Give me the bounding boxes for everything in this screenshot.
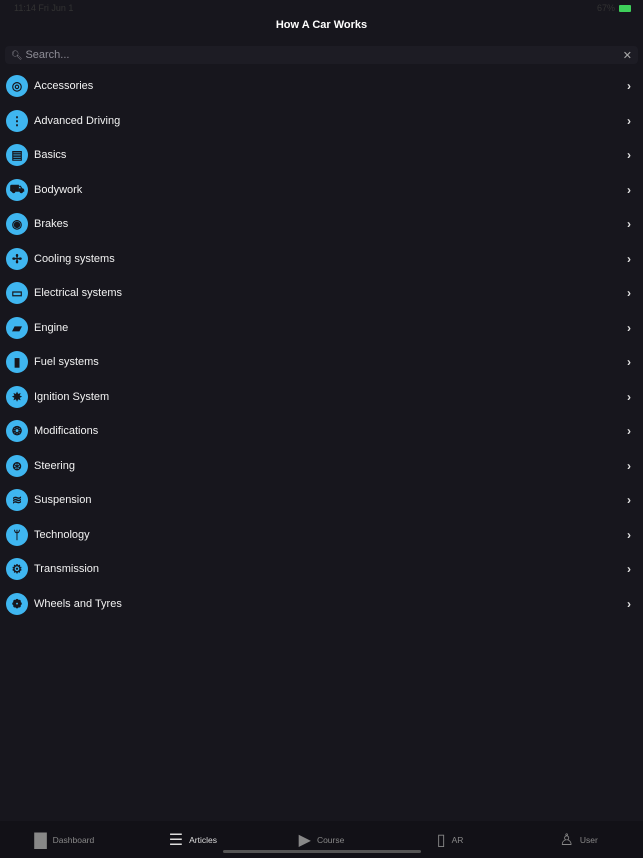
search-input[interactable]: 🔍︎ Search... ✕ — [5, 46, 638, 64]
category-row-steering[interactable]: ⊛ Steering › — [0, 449, 643, 484]
category-label: Wheels and Tyres — [34, 597, 122, 610]
chevron-right-icon: › — [627, 251, 631, 266]
chevron-right-icon: › — [627, 493, 631, 508]
articles-icon: ☰ — [168, 831, 184, 849]
category-label: Accessories — [34, 80, 94, 93]
chevron-right-icon: › — [627, 458, 631, 473]
category-row-electrical-systems[interactable]: ▭ Electrical systems › — [0, 276, 643, 311]
category-label: Brakes — [34, 218, 69, 231]
tab-label: Dashboard — [52, 834, 95, 845]
category-label: Steering — [34, 459, 75, 472]
category-row-suspension[interactable]: ≋ Suspension › — [0, 483, 643, 518]
chevron-right-icon: › — [627, 79, 631, 94]
chevron-right-icon: › — [627, 113, 631, 128]
search-icon: 🔍︎ — [11, 49, 23, 60]
category-label: Ignition System — [34, 390, 110, 403]
category-row-accessories[interactable]: ◎ Accessories › — [0, 69, 643, 104]
wheel-icon: ❁ — [6, 592, 28, 615]
manual-book-icon: ▤ — [6, 144, 28, 167]
category-list: ◎ Accessories › ⋮ Advanced Driving › ▤ Basics › ⛟… — [0, 69, 643, 621]
car-front-icon: ⛟ — [6, 178, 28, 201]
category-row-engine[interactable]: ▰ Engine › — [0, 311, 643, 346]
steering-wheel-icon: ⊛ — [6, 454, 28, 477]
chevron-right-icon: › — [627, 148, 631, 163]
play-icon: ▶ — [298, 831, 311, 849]
category-row-cooling-systems[interactable]: ✢ Cooling systems › — [0, 242, 643, 277]
tab-label: AR — [451, 834, 464, 845]
category-row-transmission[interactable]: ⚙ Transmission › — [0, 552, 643, 587]
spring-icon: ≋ — [6, 489, 28, 512]
category-row-technology[interactable]: ᛘ Technology › — [0, 518, 643, 553]
category-label: Transmission — [34, 563, 99, 576]
tab-label: Course — [316, 834, 345, 845]
tab-user[interactable]: ♙ User — [514, 821, 643, 858]
category-row-ignition-system[interactable]: ✸ Ignition System › — [0, 380, 643, 415]
chevron-right-icon: › — [627, 217, 631, 232]
chevron-right-icon: › — [627, 596, 631, 611]
category-label: Basics — [34, 149, 67, 162]
chevron-right-icon: › — [627, 562, 631, 577]
category-row-modifications[interactable]: ❂ Modifications › — [0, 414, 643, 449]
category-row-basics[interactable]: ▤ Basics › — [0, 138, 643, 173]
brake-disc-icon: ◉ — [6, 213, 28, 236]
chevron-right-icon: › — [627, 182, 631, 197]
category-row-wheels-and-tyres[interactable]: ❁ Wheels and Tyres › — [0, 587, 643, 622]
gears-icon: ⚙ — [6, 558, 28, 581]
category-row-advanced-driving[interactable]: ⋮ Advanced Driving › — [0, 104, 643, 139]
category-label: Suspension — [34, 494, 92, 507]
spark-icon: ✸ — [6, 385, 28, 408]
status-bar: 11:14 Fri Jun 1 67% — [0, 0, 643, 16]
clear-search-icon[interactable]: ✕ — [623, 49, 632, 62]
traffic-light-icon: ⋮ — [6, 109, 28, 132]
gauge-icon: ◎ — [6, 75, 28, 98]
engine-icon: ▰ — [6, 316, 28, 339]
chevron-right-icon: › — [627, 527, 631, 542]
ar-phone-icon: ▯ — [436, 831, 446, 849]
battery-icon: ▭ — [6, 282, 28, 305]
user-icon: ♙ — [559, 831, 574, 849]
fuel-pump-icon: ▮ — [6, 351, 28, 374]
category-label: Bodywork — [34, 183, 83, 196]
category-label: Fuel systems — [34, 356, 99, 369]
tab-label: User — [579, 834, 598, 845]
category-row-bodywork[interactable]: ⛟ Bodywork › — [0, 173, 643, 208]
category-row-brakes[interactable]: ◉ Brakes › — [0, 207, 643, 242]
category-label: Engine — [34, 321, 69, 334]
category-label: Technology — [34, 528, 90, 541]
page-title: How A Car Works — [275, 19, 368, 31]
chevron-right-icon: › — [627, 355, 631, 370]
home-indicator — [223, 850, 421, 853]
tab-dashboard[interactable]: ▇ Dashboard — [0, 821, 129, 858]
tab-label: Articles — [189, 834, 217, 845]
chevron-right-icon: › — [627, 286, 631, 301]
chevron-right-icon: › — [627, 389, 631, 404]
category-label: Advanced Driving — [34, 114, 121, 127]
category-label: Electrical systems — [34, 287, 123, 300]
category-row-fuel-systems[interactable]: ▮ Fuel systems › — [0, 345, 643, 380]
antenna-icon: ᛘ — [6, 523, 28, 546]
turbo-icon: ❂ — [6, 420, 28, 443]
bar-chart-icon: ▇ — [34, 831, 47, 849]
battery-icon — [619, 4, 631, 12]
status-time: 11:14 Fri Jun 1 — [14, 3, 74, 13]
fan-icon: ✢ — [6, 247, 28, 270]
battery-percent: 67% — [596, 3, 615, 13]
chevron-right-icon: › — [627, 424, 631, 439]
category-label: Cooling systems — [34, 252, 115, 265]
search-placeholder: Search... — [25, 49, 70, 61]
chevron-right-icon: › — [627, 320, 631, 335]
category-label: Modifications — [34, 425, 99, 438]
